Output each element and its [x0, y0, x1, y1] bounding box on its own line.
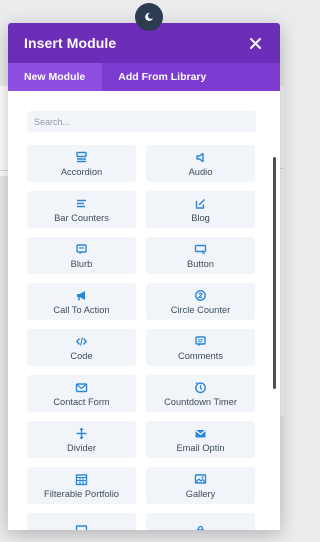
module-label: Blurb: [70, 258, 93, 269]
module-label: Code: [70, 350, 93, 361]
module-label: Accordion: [60, 166, 103, 177]
module-label: Audio: [188, 166, 213, 177]
background-panel-left: [0, 86, 8, 176]
module-grid: Accordion Audio Bar Counters Blog Blurb Butto…: [27, 145, 262, 530]
button-icon: [194, 243, 207, 256]
close-button[interactable]: [246, 34, 264, 52]
module-blog[interactable]: Blog: [146, 191, 255, 228]
email-optin-icon: [194, 427, 207, 440]
login-icon: [194, 524, 207, 530]
circle-counter-icon: [194, 289, 207, 302]
module-gallery[interactable]: Gallery: [146, 467, 255, 504]
code-icon: [75, 335, 88, 348]
background-divider-left: [0, 170, 8, 171]
module-filterable-portfolio[interactable]: Filterable Portfolio: [27, 467, 136, 504]
insert-module-modal: Insert Module New Module Add From Librar…: [8, 23, 280, 530]
module-label: Countdown Timer: [164, 396, 237, 407]
blog-icon: [194, 197, 207, 210]
module-countdown-timer[interactable]: Countdown Timer: [146, 375, 255, 412]
module-accordion[interactable]: Accordion: [27, 145, 136, 182]
gallery-icon: [194, 473, 207, 486]
moon-icon: [145, 12, 153, 21]
module-comments[interactable]: Comments: [146, 329, 255, 366]
module-blurb[interactable]: Blurb: [27, 237, 136, 274]
accordion-icon: [75, 151, 88, 164]
module-code[interactable]: Code: [27, 329, 136, 366]
call-to-action-icon: [75, 289, 88, 302]
filterable-portfolio-icon: [75, 473, 88, 486]
module-label: Email Optin: [176, 442, 225, 453]
blurb-icon: [75, 243, 88, 256]
module-label: Circle Counter: [170, 304, 231, 315]
bar-counters-icon: [75, 197, 88, 210]
section-handle-button[interactable]: [135, 3, 163, 31]
module-label: Comments: [178, 350, 223, 361]
module-label: Gallery: [185, 488, 216, 499]
module-label: Contact Form: [53, 396, 110, 407]
scrollbar[interactable]: [273, 157, 276, 389]
module-login[interactable]: [146, 513, 255, 530]
module-divider[interactable]: Divider: [27, 421, 136, 458]
module-label: Filterable Portfolio: [44, 488, 119, 499]
modal-body: Accordion Audio Bar Counters Blog Blurb Butto…: [8, 91, 280, 530]
tab-add-from-library[interactable]: Add From Library: [102, 63, 222, 91]
module-image[interactable]: [27, 513, 136, 530]
module-email-optin[interactable]: Email Optin: [146, 421, 255, 458]
module-label: Bar Counters: [54, 212, 109, 223]
module-bar-counters[interactable]: Bar Counters: [27, 191, 136, 228]
module-call-to-action[interactable]: Call To Action: [27, 283, 136, 320]
tab-bar: New Module Add From Library: [8, 63, 280, 91]
module-label: Blog: [191, 212, 210, 223]
module-label: Button: [187, 258, 214, 269]
contact-form-icon: [75, 381, 88, 394]
tab-new-module[interactable]: New Module: [8, 63, 103, 91]
comments-icon: [194, 335, 207, 348]
module-contact-form[interactable]: Contact Form: [27, 375, 136, 412]
close-icon: [249, 37, 261, 49]
image-icon: [75, 524, 88, 530]
module-audio[interactable]: Audio: [146, 145, 255, 182]
audio-icon: [194, 151, 207, 164]
countdown-timer-icon: [194, 381, 207, 394]
module-label: Divider: [67, 442, 96, 453]
modal-title: Insert Module: [24, 35, 117, 51]
module-label: Call To Action: [53, 304, 110, 315]
divider-icon: [75, 427, 88, 440]
module-button[interactable]: Button: [146, 237, 255, 274]
search-input[interactable]: [27, 111, 256, 132]
module-circle-counter[interactable]: Circle Counter: [146, 283, 255, 320]
